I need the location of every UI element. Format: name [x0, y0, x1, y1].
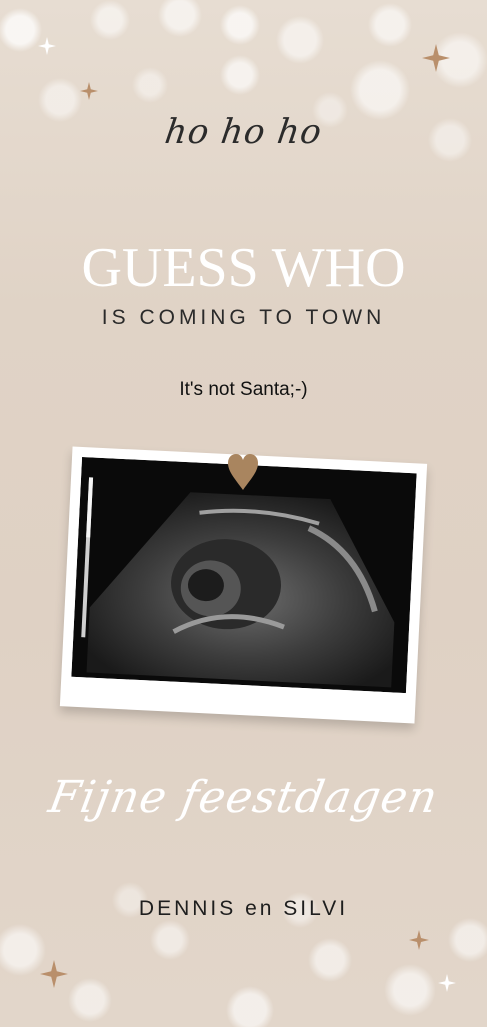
ultrasound-image	[71, 456, 417, 694]
wish-script: Fijne feestdagen	[44, 772, 443, 823]
sparkle-icon	[38, 37, 56, 55]
bokeh-lights-top	[0, 0, 487, 200]
headline: GUESS WHO	[81, 237, 406, 299]
sparkle-icon	[438, 974, 456, 992]
signature: DENNIS en SILVI	[138, 897, 349, 920]
sparkle-icon	[80, 82, 98, 100]
christmas-card: ho ho ho GUESS WHO IS COMING TO TOWN It'…	[0, 0, 487, 1027]
tagline: It's not Santa;-)	[179, 379, 308, 400]
sparkle-icon	[409, 930, 429, 950]
sparkle-icon	[40, 960, 68, 988]
sparkle-icon	[422, 44, 450, 72]
greeting-script: ho ho ho	[162, 112, 325, 152]
heart-icon	[228, 454, 258, 490]
subheadline: IS COMING TO TOWN	[101, 306, 386, 329]
